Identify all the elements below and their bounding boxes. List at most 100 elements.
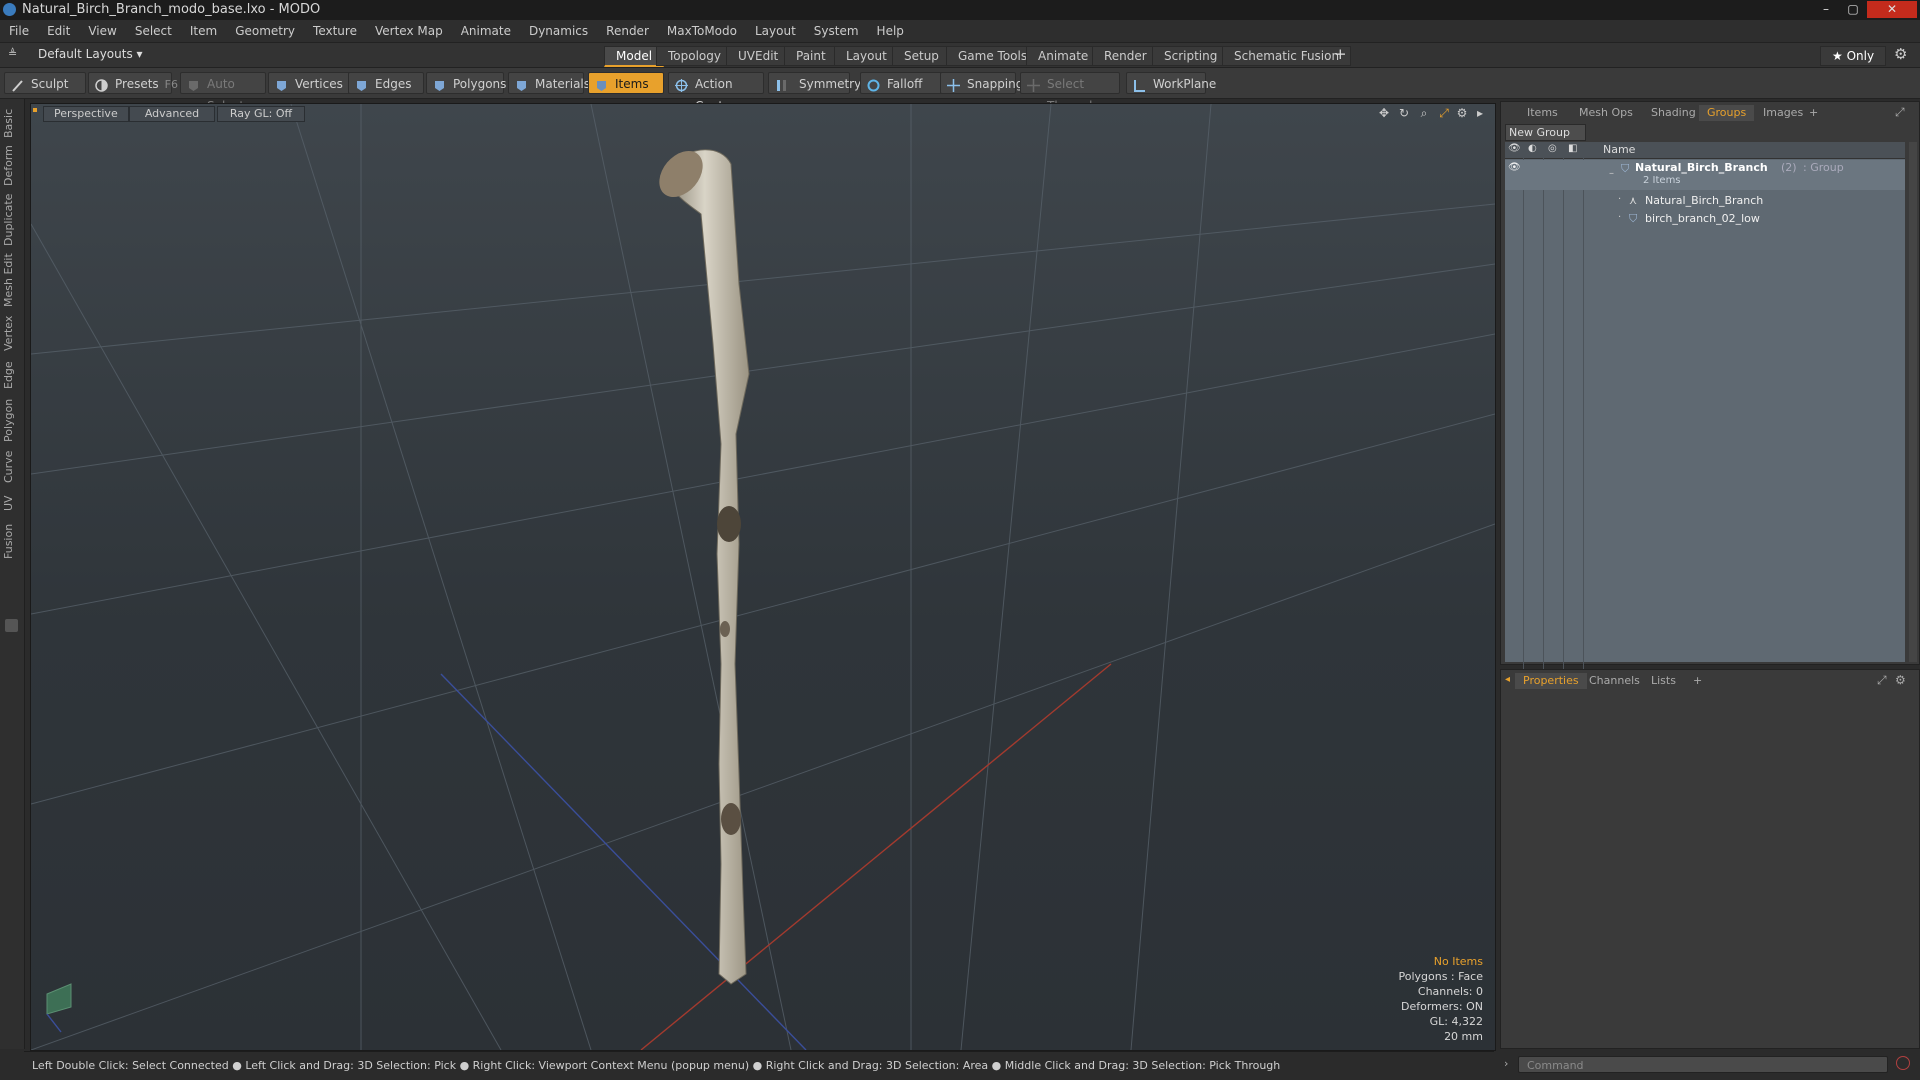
- tree-scrollbar[interactable]: [1909, 142, 1917, 662]
- edges-button[interactable]: Edges2: [348, 72, 432, 94]
- minimize-button[interactable]: –: [1813, 1, 1839, 18]
- tab-setup[interactable]: Setup: [892, 46, 951, 66]
- menu-item[interactable]: Item: [181, 20, 226, 42]
- materials-button[interactable]: Materials: [508, 72, 590, 94]
- group-name: Natural_Birch_Branch: [1635, 161, 1768, 174]
- expand-panel-icon[interactable]: ⤢: [1877, 673, 1887, 688]
- select-through-button[interactable]: Select Through: [1020, 72, 1120, 113]
- tab-schematic-fusion[interactable]: Schematic Fusion: [1222, 46, 1352, 66]
- menu-help[interactable]: Help: [868, 20, 913, 42]
- items-button[interactable]: Items: [588, 72, 664, 94]
- tree-row-child[interactable]: · ⛉ birch_branch_02_low: [1505, 210, 1905, 228]
- add-panel-tab-button[interactable]: +: [1685, 673, 1710, 689]
- menu-texture[interactable]: Texture: [304, 20, 366, 42]
- tab-groups[interactable]: Groups: [1699, 105, 1755, 121]
- channels-info: Channels: 0: [1417, 985, 1483, 998]
- maximize-viewport-icon[interactable]: ⤢: [1437, 106, 1451, 120]
- tab-channels[interactable]: Channels: [1581, 673, 1648, 689]
- polygons-button[interactable]: Polygons: [426, 72, 506, 94]
- symmetry-button[interactable]: Symmetry: [768, 72, 861, 94]
- select-column-icon[interactable]: ◧: [1568, 143, 1577, 154]
- layouts-dropdown[interactable]: Default Layouts ▾: [38, 47, 143, 61]
- menu-maxtomodo[interactable]: MaxToModo: [658, 20, 746, 42]
- vertices-button[interactable]: Vertices1: [268, 72, 356, 94]
- 3d-viewport[interactable]: Perspective Advanced Ray GL: Off ✥ ↻ ⌕ ⤢…: [30, 103, 1496, 1051]
- viewport-settings-icon[interactable]: ⚙: [1455, 106, 1469, 120]
- lock-column-icon[interactable]: ◎: [1548, 143, 1557, 154]
- menu-file[interactable]: File: [0, 20, 38, 42]
- tab-animate[interactable]: Animate: [1026, 46, 1101, 66]
- menu-render[interactable]: Render: [597, 20, 658, 42]
- action-center-button[interactable]: Action Center: [668, 72, 764, 113]
- menu-geometry[interactable]: Geometry: [226, 20, 304, 42]
- auto-select-button[interactable]: Auto Select: [180, 72, 266, 113]
- tab-topology[interactable]: Topology: [656, 46, 733, 66]
- collapse-arrow-icon[interactable]: –: [1609, 168, 1614, 179]
- menu-view[interactable]: View: [79, 20, 125, 42]
- layouts-menu-icon[interactable]: ≜: [8, 47, 17, 60]
- menu-vertex-map[interactable]: Vertex Map: [366, 20, 452, 42]
- tab-edge[interactable]: Edge: [2, 359, 22, 391]
- visibility-column-icon[interactable]: 👁: [1508, 143, 1521, 154]
- add-tab-button[interactable]: +: [1334, 45, 1347, 63]
- menu-layout[interactable]: Layout: [746, 20, 805, 42]
- falloff-button[interactable]: Falloff: [860, 72, 942, 94]
- tab-mesh-edit[interactable]: Mesh Edit: [2, 253, 22, 307]
- presets-button[interactable]: Presets F6: [88, 72, 178, 94]
- render-column-icon[interactable]: ◐: [1528, 143, 1537, 154]
- shading-mode-dropdown[interactable]: Advanced: [129, 106, 215, 122]
- menu-select[interactable]: Select: [126, 20, 181, 42]
- panel-settings-icon[interactable]: ⚙: [1895, 673, 1906, 687]
- expand-panel-icon[interactable]: ⤢: [1895, 105, 1905, 120]
- eye-icon[interactable]: 👁: [1508, 162, 1521, 173]
- maximize-button[interactable]: ▢: [1840, 1, 1866, 18]
- tab-shading[interactable]: Shading: [1643, 105, 1704, 121]
- snapping-button[interactable]: Snapping: [940, 72, 1023, 94]
- items-label: Items: [615, 77, 649, 91]
- tab-scripting[interactable]: Scripting: [1152, 46, 1230, 66]
- tab-uv[interactable]: UV: [2, 491, 22, 515]
- viewport-menu-arrow-icon[interactable]: ▸: [1473, 106, 1487, 120]
- tab-lists[interactable]: Lists: [1643, 673, 1684, 689]
- tab-deform[interactable]: Deform: [2, 145, 22, 187]
- tab-paint[interactable]: Paint: [784, 46, 838, 66]
- sculpt-button[interactable]: Sculpt: [4, 72, 86, 94]
- command-history-icon[interactable]: [1896, 1056, 1910, 1070]
- tab-items[interactable]: Items: [1519, 105, 1566, 121]
- tab-vertex[interactable]: Vertex: [2, 313, 22, 353]
- birch-branch-model: [667, 149, 750, 985]
- tree-row-child[interactable]: · ⋏ Natural_Birch_Branch: [1505, 192, 1905, 210]
- child-item-name: birch_branch_02_low: [1645, 212, 1760, 225]
- zoom-icon[interactable]: ⌕: [1417, 106, 1431, 120]
- menu-animate[interactable]: Animate: [452, 20, 520, 42]
- snapping-icon: [947, 77, 960, 92]
- tab-curve[interactable]: Curve: [2, 449, 22, 485]
- tab-fusion[interactable]: Fusion: [2, 521, 22, 561]
- name-column-header[interactable]: Name: [1603, 143, 1635, 156]
- tab-polygon[interactable]: Polygon: [2, 397, 22, 443]
- tree-row-group[interactable]: 👁 – ⛉ Natural_Birch_Branch (2) : Group 2…: [1505, 160, 1905, 190]
- tab-layout[interactable]: Layout: [834, 46, 899, 66]
- close-button[interactable]: ✕: [1867, 1, 1917, 18]
- visibility-column: [1505, 158, 1524, 678]
- rotate-icon[interactable]: ↻: [1397, 106, 1411, 120]
- tab-mesh-ops[interactable]: Mesh Ops: [1571, 105, 1641, 121]
- menu-system[interactable]: System: [805, 20, 868, 42]
- pan-icon[interactable]: ✥: [1377, 106, 1391, 120]
- tab-properties[interactable]: Properties: [1515, 673, 1587, 689]
- workplane-button[interactable]: WorkPlane: [1126, 72, 1216, 94]
- menu-dynamics[interactable]: Dynamics: [520, 20, 597, 42]
- menu-edit[interactable]: Edit: [38, 20, 79, 42]
- add-panel-tab-button[interactable]: +: [1801, 105, 1826, 121]
- only-button[interactable]: ★ Only: [1820, 46, 1887, 66]
- raygl-toggle[interactable]: Ray GL: Off: [217, 106, 305, 122]
- gear-icon[interactable]: ⚙: [1894, 45, 1907, 63]
- tab-render[interactable]: Render: [1092, 46, 1159, 66]
- toggle-toolbox-button[interactable]: [5, 619, 18, 632]
- tab-basic[interactable]: Basic: [2, 105, 22, 141]
- tab-uvedit[interactable]: UVEdit: [726, 46, 791, 66]
- view-type-dropdown[interactable]: Perspective: [43, 106, 129, 122]
- new-group-button[interactable]: New Group: [1505, 124, 1586, 141]
- command-input[interactable]: Command: [1518, 1056, 1888, 1073]
- tab-duplicate[interactable]: Duplicate: [2, 193, 22, 247]
